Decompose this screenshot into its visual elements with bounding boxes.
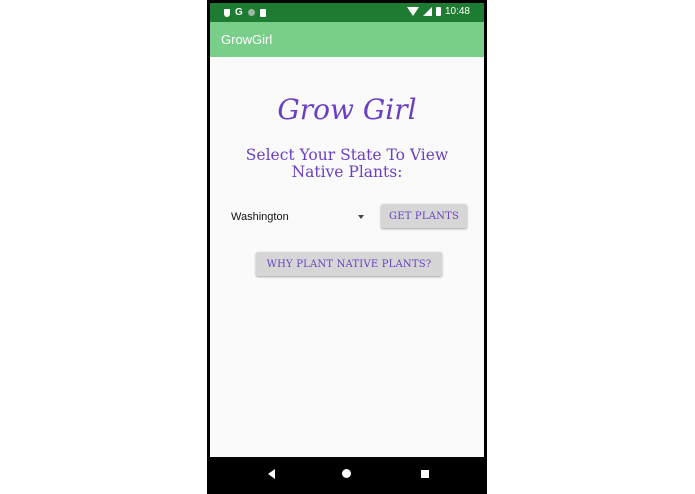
subtitle: Select Your State To View Native Plants: (210, 147, 484, 181)
dropdown-arrow-icon (358, 215, 364, 219)
shield-icon (224, 8, 230, 17)
get-plants-label: GET PLANTS (389, 210, 459, 222)
phone-frame: G 10:48 GrowGirl Grow Girl Select Your S… (207, 0, 487, 494)
google-icon: G (235, 7, 243, 18)
status-time: 10:48 (444, 6, 470, 17)
battery-icon (435, 7, 441, 16)
main-content: Grow Girl Select Your State To View Nati… (210, 57, 484, 457)
status-right-icons: 10:48 (406, 6, 470, 17)
state-dropdown[interactable]: Washington (229, 205, 369, 229)
wifi-icon (406, 7, 419, 16)
back-icon[interactable] (268, 469, 275, 479)
why-native-plants-button[interactable]: WHY PLANT NATIVE PLANTS? (256, 252, 442, 276)
home-icon[interactable] (342, 469, 351, 478)
subtitle-line-1: Select Your State To View (245, 146, 449, 164)
subtitle-line-2: Native Plants: (291, 163, 403, 181)
state-dropdown-value: Washington (231, 211, 289, 223)
app-bar: GrowGirl (210, 22, 484, 57)
app-title: GrowGirl (221, 32, 273, 47)
sd-card-icon (259, 8, 266, 17)
get-plants-button[interactable]: GET PLANTS (381, 204, 467, 228)
navigation-bar (210, 457, 484, 491)
why-native-plants-label: WHY PLANT NATIVE PLANTS? (266, 258, 432, 270)
page-heading: Grow Girl (277, 93, 417, 126)
status-bar: G 10:48 (210, 3, 484, 22)
recent-apps-icon[interactable] (421, 470, 429, 478)
status-left-icons: G (224, 7, 266, 18)
signal-icon (422, 7, 432, 16)
circle-icon (247, 9, 255, 16)
